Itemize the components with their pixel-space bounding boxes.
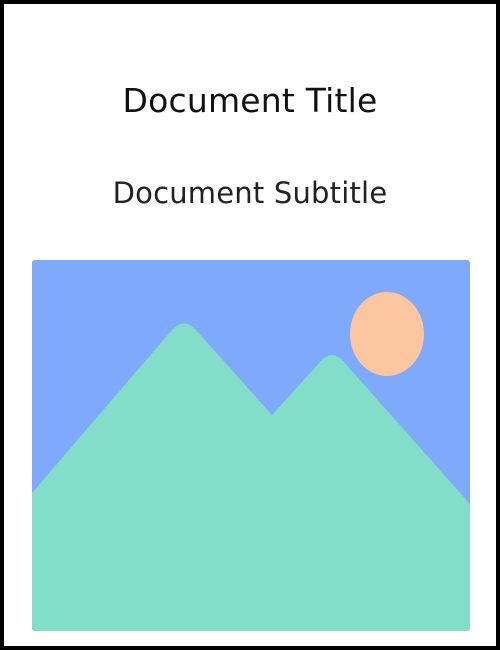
document-subtitle: Document Subtitle [112, 176, 388, 210]
sun-circle [350, 292, 424, 376]
landscape-image-placeholder-icon [32, 260, 470, 631]
document-title: Document Title [122, 81, 378, 120]
document-page: Document Title Document Subtitle [0, 0, 500, 650]
